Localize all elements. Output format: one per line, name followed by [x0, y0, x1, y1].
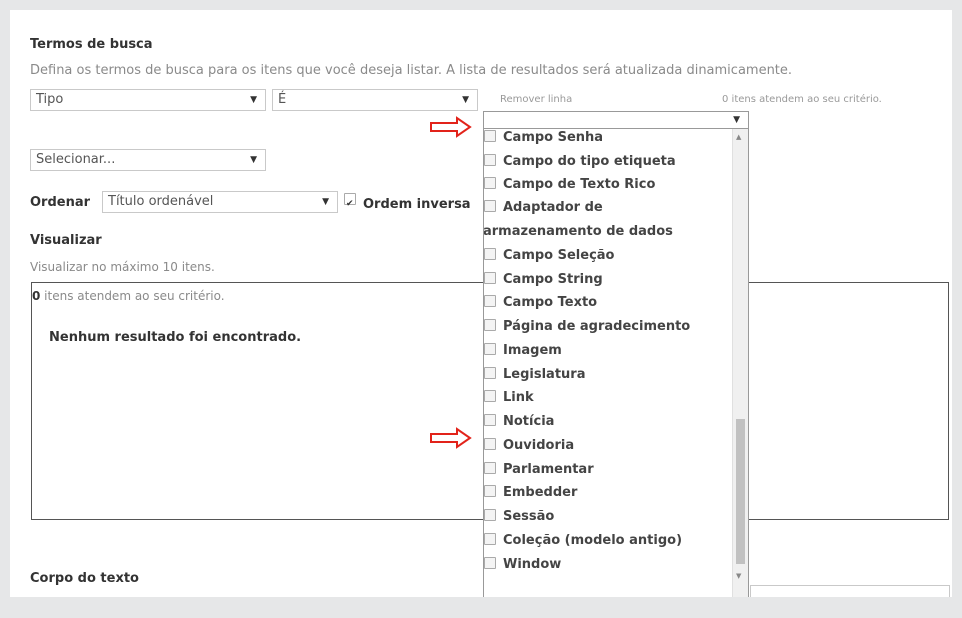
dropdown-option-label: Campo do tipo etiqueta [503, 154, 676, 169]
caret-down-icon: ▼ [733, 115, 740, 125]
dropdown-option[interactable]: Campo Texto [484, 295, 729, 310]
dropdown-option[interactable]: Página de agradecimento [484, 319, 729, 334]
field-select[interactable]: Tipo ▼ [30, 89, 266, 111]
dropdown-option[interactable]: Sessão [484, 509, 729, 524]
sort-label: Ordenar [30, 195, 91, 210]
dropdown-option[interactable]: Coleção (modelo antigo) [484, 533, 729, 548]
dropdown-option-label: Campo Senha [503, 130, 604, 145]
sort-select[interactable]: Título ordenável ▼ [102, 191, 338, 213]
dropdown-option[interactable]: Ouvidoria [484, 438, 729, 453]
dropdown-option-label: Página de agradecimento [503, 319, 691, 334]
dropdown-option[interactable]: Campo Seleção [484, 248, 729, 263]
reverse-order-label: Ordem inversa [363, 197, 471, 212]
checkbox-icon[interactable] [484, 343, 496, 355]
results-count-text: itens atendem ao seu critério. [40, 289, 225, 303]
view-title: Visualizar [30, 233, 102, 248]
checkbox-icon[interactable] [484, 200, 496, 212]
scroll-down-arrow-icon[interactable]: ▼ [736, 572, 741, 580]
operator-select[interactable]: É ▼ [272, 89, 478, 111]
checkbox-icon[interactable] [484, 390, 496, 402]
dropdown-option-label: Window [503, 557, 562, 572]
add-criteria-select[interactable]: Selecionar... ▼ [30, 149, 266, 171]
results-count: 0 itens atendem ao seu critério. [32, 289, 225, 303]
dropdown-option[interactable]: Embedder [484, 485, 729, 500]
dropdown-option-label: Parlamentar [503, 462, 594, 477]
dropdown-option[interactable]: Campo String [484, 272, 729, 287]
body-text-label: Corpo do texto [30, 571, 139, 586]
search-terms-description: Defina os termos de busca para os itens … [30, 63, 793, 78]
view-description: Visualizar no máximo 10 itens. [30, 260, 215, 274]
dropdown-option-continuation[interactable]: armazenamento de dados [484, 224, 728, 239]
dropdown-option-label: Adaptador de [503, 200, 603, 215]
checkbox-icon[interactable] [484, 248, 496, 260]
add-criteria-select-value: Selecionar... [36, 152, 116, 167]
dropdown-option-label: Campo Texto [503, 295, 598, 310]
checkbox-icon[interactable] [484, 295, 496, 307]
sort-select-value: Título ordenável [108, 194, 214, 209]
checkbox-icon[interactable] [484, 272, 496, 284]
dropdown-option[interactable]: Parlamentar [484, 462, 729, 477]
dropdown-option-label: Imagem [503, 343, 562, 358]
scroll-up-arrow-icon[interactable]: ▲ [736, 133, 741, 141]
dropdown-option-label: Campo de Texto Rico [503, 177, 656, 192]
dropdown-option-label: Sessão [503, 509, 555, 524]
dropdown-option[interactable]: Legislatura [484, 367, 729, 382]
caret-down-icon: ▼ [322, 197, 329, 207]
query-panel: Termos de busca Defina os termos de busc… [10, 10, 952, 597]
dropdown-option[interactable]: Imagem [484, 343, 729, 358]
caret-down-icon: ▼ [250, 95, 257, 105]
checkbox-icon[interactable] [484, 438, 496, 450]
scrollbar-thumb[interactable] [736, 419, 745, 564]
dropdown-option-label: Campo String [503, 272, 603, 287]
body-text-editor-top[interactable] [750, 585, 950, 597]
remove-line-link[interactable]: Remover linha [500, 94, 572, 105]
checkbox-icon[interactable] [484, 485, 496, 497]
dropdown-option[interactable]: Notícia [484, 414, 729, 429]
dropdown-scrollbar[interactable]: ▲ ▼ [732, 129, 748, 597]
dropdown-option-label: Ouvidoria [503, 438, 575, 453]
dropdown-option[interactable]: Adaptador de [484, 200, 729, 215]
checkbox-icon[interactable] [484, 177, 496, 189]
checkbox-icon[interactable] [484, 533, 496, 545]
dropdown-option[interactable]: Link [484, 390, 729, 405]
checkbox-icon[interactable] [484, 509, 496, 521]
value-dropdown-list[interactable]: Campo Senha Campo do tipo etiqueta Campo… [483, 128, 749, 597]
checkbox-icon[interactable] [484, 414, 496, 426]
caret-down-icon: ▼ [250, 155, 257, 165]
caret-down-icon: ▼ [462, 95, 469, 105]
red-outline-arrow-icon [430, 427, 472, 449]
checkbox-icon[interactable] [484, 154, 496, 166]
dropdown-option-label: Coleção (modelo antigo) [503, 533, 683, 548]
no-results-message: Nenhum resultado foi encontrado. [49, 330, 302, 345]
checkbox-icon[interactable] [484, 367, 496, 379]
dropdown-option[interactable]: Window [484, 557, 729, 572]
criteria-count-top: 0 itens atendem ao seu critério. [722, 94, 882, 105]
checkbox-icon[interactable] [484, 557, 496, 569]
field-select-value: Tipo [36, 92, 64, 107]
dropdown-option-label: Campo Seleção [503, 248, 615, 263]
checkbox-icon[interactable] [484, 130, 496, 142]
dropdown-option-label: Notícia [503, 414, 555, 429]
dropdown-option[interactable]: Campo do tipo etiqueta [484, 154, 729, 169]
dropdown-option[interactable]: Campo Senha [484, 130, 729, 145]
search-terms-title: Termos de busca [30, 37, 153, 52]
dropdown-option-label: Legislatura [503, 367, 586, 382]
red-outline-arrow-icon [430, 116, 472, 138]
checkbox-icon[interactable] [484, 319, 496, 331]
dropdown-option-label: Embedder [503, 485, 578, 500]
checkbox-icon[interactable]: ✔ [344, 193, 356, 209]
reverse-order-toggle[interactable]: ✔ Ordem inversa [344, 193, 471, 212]
dropdown-option-label: Link [503, 390, 534, 405]
dropdown-option[interactable]: Campo de Texto Rico [484, 177, 729, 192]
checkbox-icon[interactable] [484, 462, 496, 474]
operator-select-value: É [278, 92, 287, 107]
